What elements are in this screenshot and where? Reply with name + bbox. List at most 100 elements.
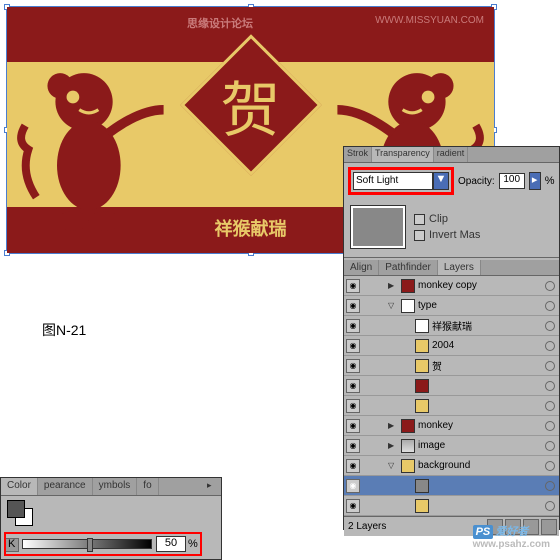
layer-name: 2004 bbox=[432, 340, 545, 351]
swatch-box[interactable] bbox=[7, 500, 33, 526]
bottom-text: 祥猴献瑞 bbox=[215, 215, 287, 241]
target-icon[interactable] bbox=[545, 501, 555, 511]
visibility-icon[interactable]: ◉ bbox=[346, 319, 360, 333]
layer-row[interactable]: ◉ bbox=[344, 476, 559, 496]
tab-transparency[interactable]: Transparency bbox=[372, 147, 434, 162]
slider-thumb[interactable] bbox=[87, 538, 93, 552]
layer-row[interactable]: ◉ 2004 bbox=[344, 336, 559, 356]
fill-swatch[interactable] bbox=[7, 500, 25, 518]
layer-row[interactable]: ◉ bbox=[344, 376, 559, 396]
layer-name: monkey bbox=[418, 420, 545, 431]
visibility-icon[interactable]: ◉ bbox=[346, 399, 360, 413]
visibility-icon[interactable]: ◉ bbox=[346, 459, 360, 473]
target-icon[interactable] bbox=[545, 421, 555, 431]
visibility-icon[interactable]: ◉ bbox=[346, 379, 360, 393]
k-slider[interactable] bbox=[22, 539, 152, 549]
layer-thumb bbox=[401, 299, 415, 313]
bottom-watermark: PS爱好者 www.psahz.com bbox=[473, 522, 550, 550]
k-label: K bbox=[8, 538, 22, 550]
monkey-left bbox=[12, 62, 172, 237]
visibility-icon[interactable]: ◉ bbox=[346, 339, 360, 353]
layer-name: type bbox=[418, 300, 545, 311]
disclosure-icon[interactable]: ▶ bbox=[388, 281, 398, 290]
layer-thumb bbox=[415, 319, 429, 333]
tab-align[interactable]: Align bbox=[344, 260, 379, 275]
clip-label: Clip bbox=[429, 213, 448, 225]
tab-gradient[interactable]: radient bbox=[434, 147, 469, 162]
disclosure-icon[interactable]: ▽ bbox=[388, 461, 398, 470]
target-icon[interactable] bbox=[545, 341, 555, 351]
opacity-pct: % bbox=[545, 175, 555, 187]
layer-thumb bbox=[401, 439, 415, 453]
layer-name: image bbox=[418, 440, 545, 451]
layer-name: 祥猴献瑞 bbox=[432, 318, 545, 333]
target-icon[interactable] bbox=[545, 461, 555, 471]
k-value-input[interactable]: 50 bbox=[156, 536, 186, 552]
visibility-icon[interactable]: ◉ bbox=[346, 359, 360, 373]
target-icon[interactable] bbox=[545, 441, 555, 451]
layer-panel-tabs: Align Pathfinder Layers bbox=[344, 260, 559, 276]
layer-row[interactable]: ◉ 祥猴献瑞 bbox=[344, 316, 559, 336]
visibility-icon[interactable]: ◉ bbox=[346, 479, 360, 493]
tab-symbols[interactable]: ymbols bbox=[93, 478, 138, 495]
disclosure-icon[interactable]: ▶ bbox=[388, 421, 398, 430]
target-icon[interactable] bbox=[545, 361, 555, 371]
invert-label: Invert Mas bbox=[429, 229, 480, 241]
target-icon[interactable] bbox=[545, 301, 555, 311]
layer-thumb bbox=[415, 499, 429, 513]
layer-count: 2 Layers bbox=[346, 519, 388, 534]
tab-layers[interactable]: Layers bbox=[438, 260, 481, 275]
center-character: 贺 bbox=[221, 62, 281, 149]
ps-logo: PS bbox=[473, 525, 494, 539]
target-icon[interactable] bbox=[545, 401, 555, 411]
visibility-icon[interactable]: ◉ bbox=[346, 499, 360, 513]
visibility-icon[interactable]: ◉ bbox=[346, 419, 360, 433]
tab-fo[interactable]: fo bbox=[137, 478, 158, 495]
pct-label: % bbox=[188, 538, 198, 550]
tab-pathfinder[interactable]: Pathfinder bbox=[379, 260, 438, 275]
blend-mode-highlight: Soft Light ▼ bbox=[348, 167, 454, 195]
layer-thumb bbox=[401, 459, 415, 473]
tab-color[interactable]: Color bbox=[1, 478, 38, 495]
invert-checkbox[interactable] bbox=[414, 230, 425, 241]
figure-label: 图N-21 bbox=[42, 320, 86, 340]
layer-thumb bbox=[415, 379, 429, 393]
target-icon[interactable] bbox=[545, 481, 555, 491]
blend-mode-select[interactable]: Soft Light bbox=[353, 172, 433, 190]
transparency-tabs: Strok Transparency radient bbox=[344, 147, 559, 163]
layer-row[interactable]: ◉贺 bbox=[344, 356, 559, 376]
color-panel: Color pearance ymbols fo ▸ K 50 % bbox=[0, 477, 222, 560]
layer-row[interactable]: ◉ ▶ image bbox=[344, 436, 559, 456]
clip-checkbox[interactable] bbox=[414, 214, 425, 225]
disclosure-icon[interactable]: ▶ bbox=[388, 441, 398, 450]
target-icon[interactable] bbox=[545, 281, 555, 291]
panel-menu-icon[interactable]: ▸ bbox=[207, 480, 217, 490]
layer-row[interactable]: ◉ bbox=[344, 496, 559, 516]
layer-row[interactable]: ◉ ▽ type bbox=[344, 296, 559, 316]
layer-row[interactable]: ◉▶monkey copy bbox=[344, 276, 559, 296]
watermark-url: WWW.MISSYUAN.COM bbox=[375, 15, 484, 26]
watermark-brand: 思缘设计论坛 bbox=[187, 15, 253, 31]
layer-row[interactable]: ◉ ▽ background bbox=[344, 456, 559, 476]
transparency-thumb[interactable] bbox=[350, 205, 406, 249]
layer-thumb bbox=[415, 399, 429, 413]
opacity-input[interactable]: 100 bbox=[499, 173, 525, 189]
visibility-icon[interactable]: ◉ bbox=[346, 299, 360, 313]
main-panel: Strok Transparency radient Soft Light ▼ … bbox=[343, 146, 560, 530]
k-slider-row: K 50 % bbox=[4, 532, 202, 556]
blend-dropdown-icon[interactable]: ▼ bbox=[433, 172, 449, 190]
layer-name: background bbox=[418, 460, 545, 471]
layer-row[interactable]: ◉ ▶ monkey bbox=[344, 416, 559, 436]
color-panel-tabs: Color pearance ymbols fo ▸ bbox=[1, 478, 221, 496]
layer-thumb bbox=[401, 419, 415, 433]
visibility-icon[interactable]: ◉ bbox=[346, 439, 360, 453]
visibility-icon[interactable]: ◉ bbox=[346, 279, 360, 293]
target-icon[interactable] bbox=[545, 381, 555, 391]
disclosure-icon[interactable]: ▽ bbox=[388, 301, 398, 310]
tab-appearance[interactable]: pearance bbox=[38, 478, 93, 495]
layer-thumb bbox=[415, 479, 429, 493]
target-icon[interactable] bbox=[545, 321, 555, 331]
opacity-arrow-icon[interactable]: ▸ bbox=[529, 172, 541, 190]
layer-row[interactable]: ◉ bbox=[344, 396, 559, 416]
tab-stroke[interactable]: Strok bbox=[344, 147, 372, 162]
